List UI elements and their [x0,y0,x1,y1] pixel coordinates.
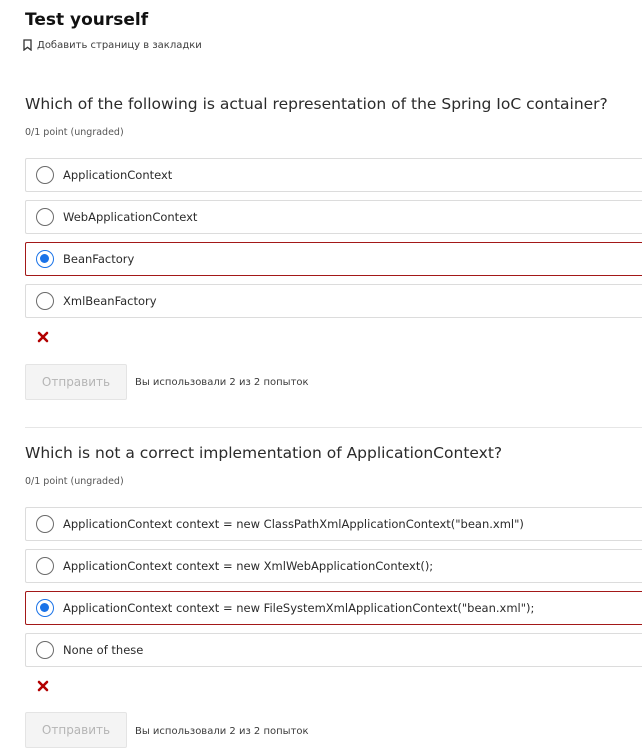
choice-option[interactable]: ApplicationContext context = new ClassPa… [25,507,642,541]
radio-button[interactable] [36,166,54,184]
choice-label: None of these [63,643,144,657]
choice-option[interactable]: ApplicationContext [25,158,642,192]
choice-label: ApplicationContext context = new ClassPa… [63,517,524,531]
choice-option[interactable]: ApplicationContext context = new XmlWebA… [25,549,642,583]
question-points: 0/1 point (ungraded) [25,476,124,487]
bookmark-icon [23,39,32,51]
radio-button-checked[interactable] [36,599,54,617]
choice-option[interactable]: None of these [25,633,642,667]
incorrect-x-icon [37,680,49,692]
bookmark-label: Добавить страницу в закладки [37,39,202,51]
question-text: Which of the following is actual represe… [25,95,608,113]
radio-button[interactable] [36,641,54,659]
radio-button[interactable] [36,557,54,575]
radio-button[interactable] [36,208,54,226]
radio-button[interactable] [36,292,54,310]
choice-option[interactable]: XmlBeanFactory [25,284,642,318]
incorrect-x-icon [37,331,49,343]
radio-button-checked[interactable] [36,250,54,268]
question-points: 0/1 point (ungraded) [25,127,124,138]
choice-label: XmlBeanFactory [63,294,157,308]
divider [25,427,642,428]
submit-button[interactable]: Отправить [25,712,127,748]
bookmark-button[interactable]: Добавить страницу в закладки [22,38,202,52]
page-title: Test yourself [25,10,149,30]
attempts-text: Вы использовали 2 из 2 попыток [135,726,309,737]
choice-option-selected[interactable]: BeanFactory [25,242,642,276]
question-text: Which is not a correct implementation of… [25,444,503,462]
choice-label: ApplicationContext context = new FileSys… [63,601,535,615]
choice-label: ApplicationContext [63,168,173,182]
submit-button[interactable]: Отправить [25,364,127,400]
choice-label: BeanFactory [63,252,135,266]
attempts-text: Вы использовали 2 из 2 попыток [135,377,309,388]
choice-option[interactable]: WebApplicationContext [25,200,642,234]
choice-label: ApplicationContext context = new XmlWebA… [63,559,434,573]
radio-button[interactable] [36,515,54,533]
choice-label: WebApplicationContext [63,210,198,224]
choice-option-selected[interactable]: ApplicationContext context = new FileSys… [25,591,642,625]
